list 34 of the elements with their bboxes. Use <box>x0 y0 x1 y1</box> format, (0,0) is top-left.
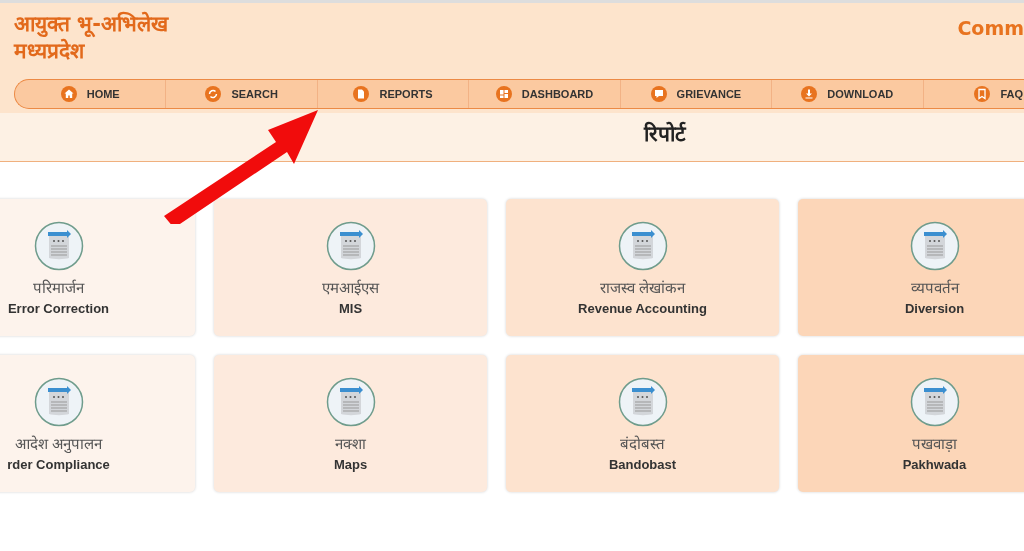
document-icon <box>325 221 376 271</box>
document-icon <box>909 221 960 271</box>
page-heading: रिपोर्ट <box>643 120 686 148</box>
bookmark-icon <box>974 86 991 102</box>
nav-link[interactable]: SEARCH <box>166 80 318 108</box>
site-title: आयुक्त भू-अभिलेख <box>14 11 169 38</box>
report-card[interactable]: परिमार्जन Error Correction <box>0 199 195 336</box>
document-icon <box>33 221 84 271</box>
document-icon <box>325 377 376 427</box>
download-icon <box>801 86 818 102</box>
report-card[interactable]: एमआईएस MIS <box>214 199 487 336</box>
site-title-english: Comm <box>957 17 1024 39</box>
home-icon <box>60 86 77 102</box>
report-card[interactable]: पखवाड़ा Pakhwada <box>798 355 1024 492</box>
nav-link[interactable]: FAQ <box>923 80 1024 108</box>
report-card[interactable]: आदेश अनुपालन rder Compliance <box>0 355 195 492</box>
refresh-icon <box>205 86 222 102</box>
file-icon <box>353 86 370 102</box>
nav-link[interactable]: GRIEVANCE <box>620 80 773 108</box>
nav-link[interactable]: HOME <box>15 80 167 108</box>
nav-link[interactable]: DOWNLOAD <box>772 80 924 108</box>
document-icon <box>617 221 668 271</box>
site-title: मध्यप्रदेश <box>14 38 86 65</box>
report-card[interactable]: व्यपवर्तन Diversion <box>798 199 1024 336</box>
report-card[interactable]: राजस्व लेखांकन Revenue Accounting <box>506 199 779 336</box>
report-card[interactable]: नक्शा Maps <box>214 355 487 492</box>
document-icon <box>617 377 668 427</box>
document-icon <box>909 377 960 427</box>
nav-link[interactable]: DASHBOARD <box>469 80 621 108</box>
nav-link[interactable]: REPORTS <box>317 80 470 108</box>
document-icon <box>33 377 84 427</box>
report-card[interactable]: बंदोबस्त Bandobast <box>506 355 779 492</box>
grid-icon <box>495 86 512 102</box>
chat-icon <box>650 86 667 102</box>
